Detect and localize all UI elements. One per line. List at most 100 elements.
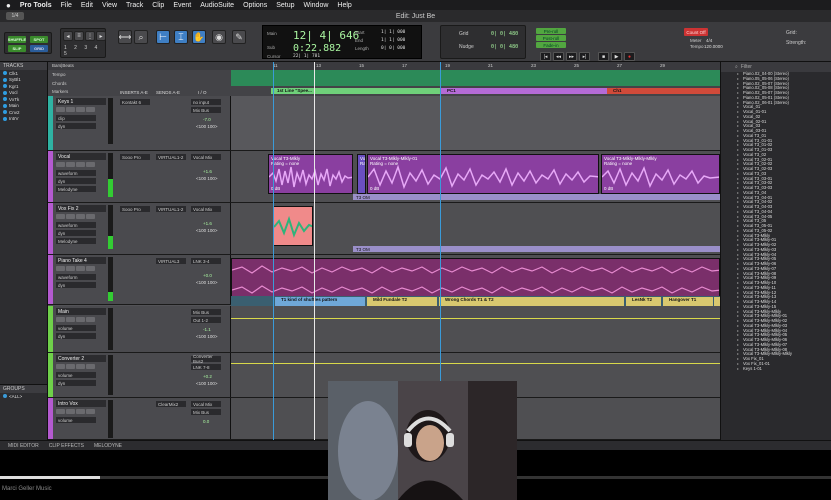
end-value[interactable]: 1| 1| 000 [381,38,405,43]
insert-slot[interactable]: ClearMix2 [156,401,186,407]
track-auto-selector[interactable]: dyn [56,230,96,236]
mute-button[interactable] [86,107,95,112]
fadein-button[interactable]: Fade-in [536,42,566,48]
pan-value[interactable]: <100 100> [196,124,218,129]
track-view-selector[interactable]: volume [56,325,96,331]
postroll-button[interactable]: Post-roll [536,35,566,41]
solo-button[interactable] [76,162,85,167]
record-enable-button[interactable] [56,162,65,167]
mute-button[interactable] [86,266,95,271]
preroll-button[interactable]: Pre-roll [536,28,566,34]
track-name[interactable]: Keys 1 [56,98,106,105]
menu-item-track[interactable]: Track [126,2,143,9]
solo-button[interactable] [76,409,85,414]
track-list-item[interactable]: IntrV [0,116,47,123]
clip-effects-tab[interactable]: CLIP EFFECTS [49,443,84,449]
track-extra[interactable]: Melodyne [56,238,96,244]
input-selector[interactable]: Vocal Mix [191,401,221,407]
scrubber-tool-icon[interactable]: ◉ [212,30,226,44]
input-selector[interactable]: no input [191,99,221,105]
grid-mode-button[interactable]: GRID [30,45,48,52]
tempo-value[interactable]: 120.0000 [704,44,723,49]
pencil-tool-icon[interactable]: ✎ [232,30,246,44]
slip-mode-button[interactable]: SLIP [8,45,26,52]
mute-button[interactable] [86,162,95,167]
volume-automation-line[interactable] [231,363,720,364]
output-selector[interactable]: LNK 7-8 [191,364,221,370]
marker-pc1[interactable]: PC1 [441,88,607,94]
play-icon[interactable]: ▶ [611,52,622,61]
zoom-preset-button[interactable]: 1/4 [6,12,24,20]
selector-tool-icon[interactable]: ⌶ [174,30,188,44]
nudge-value[interactable]: 0| 0| 480 [491,44,518,50]
zoom-waveform-icon[interactable]: ≡ [74,31,84,41]
zoom-midi-icon[interactable]: ⋮ [85,31,95,41]
clip-playlist-footer[interactable]: T3 OM [353,246,720,252]
menu-app-name[interactable]: Pro Tools [20,2,52,9]
input-monitor-button[interactable] [66,409,75,414]
clip-playlist-footer[interactable]: T3 OM [353,194,720,200]
sub-counter-value[interactable]: 0:22.882 [293,43,341,54]
input-monitor-button[interactable] [66,107,75,112]
insert-slot[interactable]: Sooo Pro [120,154,150,160]
return-to-zero-icon[interactable]: |◂ [540,52,551,61]
stop-icon[interactable]: ■ [598,52,609,61]
record-enable-button[interactable] [56,317,65,322]
volume-value[interactable]: -7.0 [203,117,211,122]
pan-value[interactable]: <100 100> [196,176,218,181]
spot-mode-button[interactable]: SPOT [30,36,48,43]
zoomer-tool-icon[interactable]: ⟷ [118,30,132,44]
mute-button[interactable] [86,409,95,414]
menu-item-options[interactable]: Options [243,2,267,9]
output-selector[interactable]: Vocal Mix [191,206,221,212]
track-view-selector[interactable]: waveform [56,274,96,280]
record-enable-button[interactable] [56,364,65,369]
grabber-tool-icon[interactable]: ✋ [192,30,206,44]
track-auto-selector[interactable]: dyn [56,178,96,184]
record-enable-button[interactable] [56,214,65,219]
output-selector[interactable]: LNK 3-4 [191,258,221,264]
record-enable-button[interactable] [56,107,65,112]
solo-button[interactable] [76,266,85,271]
input-monitor-button[interactable] [66,266,75,271]
audio-clip-short[interactable]: Vo Ra [357,154,366,194]
volume-value[interactable]: -1.1 [203,327,211,332]
audio-clip[interactable] [273,206,313,246]
input-selector[interactable]: VIRTUAL1-2 [156,154,186,160]
track-name[interactable]: Converter 2 [56,355,106,362]
go-to-end-icon[interactable]: ▸| [579,52,590,61]
track-name[interactable]: Vox Fix 2 [56,205,106,212]
length-value[interactable]: 0| 0| 000 [381,46,405,51]
volume-value[interactable]: +1.6 [203,221,212,226]
chord-clip[interactable]: Wrong Chords T1 & T2 [439,297,624,306]
input-monitor-button[interactable] [66,214,75,219]
marker-first-line[interactable]: 1st Line "Spee... [271,88,441,94]
menu-item-help[interactable]: Help [337,2,351,9]
playhead-cursor[interactable] [314,62,315,440]
menu-item-setup[interactable]: Setup [276,2,294,9]
input-selector[interactable]: VIRTUAL3 [156,258,186,264]
rewind-icon[interactable]: ◂◂ [553,52,564,61]
bars-ruler[interactable]: Bars|Beats 11 13 15 17 19 21 23 25 27 29 [48,62,720,70]
menu-item-file[interactable]: File [61,2,72,9]
track-view-selector[interactable]: volume [56,417,96,423]
volume-value[interactable]: 0.0 [203,419,209,424]
audio-clip[interactable]: Vocal T3-Mlkly-Mlkly-01 Rating = none 0 … [367,154,599,194]
melodyne-tab[interactable]: MELODYNE [94,443,122,449]
trim-tool-icon[interactable]: ⊢ [156,30,170,44]
meter-value[interactable]: 4/4 [706,38,712,43]
track-lane-vox-fix-2[interactable]: T3 OM [231,203,720,254]
marker-ch1[interactable]: Ch1 [607,88,720,94]
start-value[interactable]: 1| 1| 000 [381,30,405,35]
track-lane-vocal[interactable]: Vocal T3-Mlkly Rating = none 0 dB Vo Ra … [231,151,720,202]
record-enable-button[interactable] [56,409,65,414]
track-auto-selector[interactable]: dyn [56,333,96,339]
volume-value[interactable]: +0.2 [203,374,212,379]
input-selector[interactable]: Converter Bus2 [191,354,221,364]
insert-slot[interactable]: Sooo Pro [120,206,150,212]
menu-item-window[interactable]: Window [304,2,329,9]
track-auto-selector[interactable]: dyn [56,380,96,386]
group-all-item[interactable]: <ALL> [0,393,47,400]
mute-button[interactable] [86,214,95,219]
output-selector[interactable]: Vocal Mix [191,154,221,160]
